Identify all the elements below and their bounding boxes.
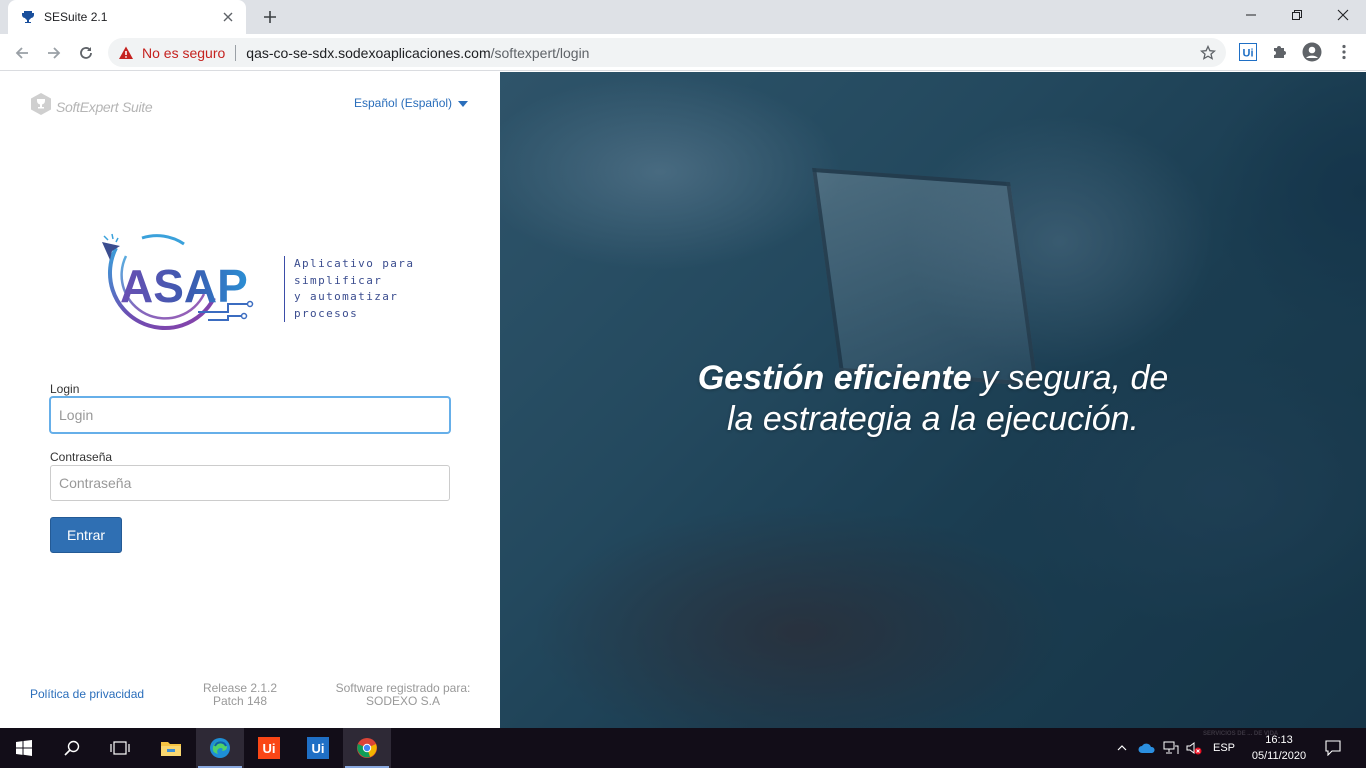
restore-icon[interactable] bbox=[1274, 0, 1320, 30]
svg-text:Ui: Ui bbox=[263, 741, 276, 756]
tab-title: SESuite 2.1 bbox=[44, 10, 108, 24]
language-selector[interactable]: Español (Español) bbox=[354, 96, 469, 110]
onedrive-cloud-icon[interactable] bbox=[1136, 728, 1158, 768]
hero-line-1-rest: y segura, de bbox=[971, 359, 1169, 397]
tagline-line-2: simplificar bbox=[294, 273, 383, 287]
svg-text:Ui: Ui bbox=[1243, 48, 1254, 60]
url-path: /softexpert/login bbox=[490, 44, 590, 61]
tray-chevron-up-icon[interactable] bbox=[1113, 728, 1131, 768]
address-separator bbox=[235, 44, 237, 61]
privacy-policy-link[interactable]: Política de privacidad bbox=[30, 688, 144, 701]
login-input[interactable] bbox=[50, 397, 450, 433]
forward-arrow-icon[interactable] bbox=[40, 39, 68, 67]
clock-date: 05/11/2020 bbox=[1251, 750, 1307, 762]
trophy-icon bbox=[20, 9, 36, 25]
volume-muted-icon[interactable] bbox=[1184, 728, 1204, 768]
softexpert-logo: SoftExpert Suite bbox=[30, 92, 153, 121]
uipath-studio-icon[interactable]: Ui bbox=[245, 728, 293, 768]
back-arrow-icon[interactable] bbox=[8, 39, 36, 67]
bookmark-star-icon[interactable] bbox=[1200, 44, 1216, 61]
file-explorer-icon[interactable] bbox=[147, 728, 195, 768]
new-tab-icon[interactable] bbox=[258, 6, 282, 28]
tagline-line-3: y automatizar bbox=[294, 290, 399, 303]
edge-browser-icon[interactable] bbox=[196, 728, 244, 768]
caret-down-icon bbox=[458, 96, 469, 110]
notifications-icon[interactable] bbox=[1318, 728, 1348, 768]
softexpert-brand-text: SoftExpert Suite bbox=[56, 98, 153, 115]
login-page: SoftExpert Suite Español (Español) ASAP … bbox=[0, 72, 1366, 728]
browser-toolbar: No es seguro qas-co-se-sdx.sodexoaplicac… bbox=[0, 34, 1366, 71]
close-tab-icon[interactable] bbox=[220, 9, 236, 25]
warning-icon bbox=[118, 45, 134, 61]
windows-taskbar: Ui Ui ESP SERVICIOS DE ... DE VIDA 16:13… bbox=[0, 728, 1366, 768]
tab-strip: SESuite 2.1 bbox=[0, 0, 1366, 34]
url-text[interactable]: qas-co-se-sdx.sodexoaplicaciones.com/sof… bbox=[246, 45, 1200, 61]
hero-bold: Gestión eficiente bbox=[697, 359, 972, 397]
uipath-assistant-icon[interactable]: Ui bbox=[294, 728, 342, 768]
registration-info: Software registrado para: SODEXO S.A bbox=[334, 682, 472, 708]
login-button[interactable]: Entrar bbox=[50, 517, 122, 553]
profile-avatar-icon[interactable] bbox=[1301, 41, 1323, 63]
search-icon[interactable] bbox=[48, 728, 96, 768]
release-info: Release 2.1.2 Patch 148 bbox=[202, 682, 278, 708]
tagline-line-1: Aplicativo para bbox=[294, 257, 415, 270]
language-label: Español (Español) bbox=[354, 96, 453, 110]
clock-time: 16:13 bbox=[1265, 734, 1293, 746]
task-view-icon[interactable] bbox=[96, 728, 144, 768]
registered-company: SODEXO S.A bbox=[365, 694, 441, 708]
url-host: qas-co-se-sdx.sodexoaplicaciones.com bbox=[246, 44, 491, 61]
address-bar[interactable]: No es seguro qas-co-se-sdx.sodexoaplicac… bbox=[108, 38, 1226, 67]
reload-icon[interactable] bbox=[72, 39, 100, 67]
uipath-extension-icon[interactable]: Ui bbox=[1237, 41, 1259, 63]
hero-line-2: la estrategia a la ejecución. bbox=[726, 400, 1140, 438]
not-secure-label[interactable]: No es seguro bbox=[142, 45, 225, 61]
browser-menu-icon[interactable] bbox=[1333, 41, 1355, 63]
asap-tagline: Aplicativo para simplificar y automatiza… bbox=[284, 256, 414, 322]
browser-tab[interactable]: SESuite 2.1 bbox=[8, 0, 246, 34]
chrome-browser-icon[interactable] bbox=[343, 728, 391, 768]
network-icon[interactable] bbox=[1160, 728, 1182, 768]
patch-version: Patch 148 bbox=[212, 694, 268, 708]
login-panel: SoftExpert Suite Español (Español) ASAP … bbox=[0, 72, 500, 728]
password-input[interactable] bbox=[50, 465, 450, 501]
close-window-icon[interactable] bbox=[1320, 0, 1366, 30]
minimize-icon[interactable] bbox=[1228, 0, 1274, 30]
system-clock[interactable]: 16:13 05/11/2020 bbox=[1244, 732, 1314, 764]
windows-start-icon[interactable] bbox=[0, 728, 48, 768]
svg-text:Ui: Ui bbox=[312, 741, 325, 756]
softexpert-trophy-icon bbox=[30, 92, 52, 121]
hero-slogan: Gestión eficiente y segura, de la estrat… bbox=[500, 358, 1366, 440]
asap-logo-text: ASAP bbox=[120, 260, 248, 312]
hero-image: Gestión eficiente y segura, de la estrat… bbox=[500, 72, 1366, 728]
extensions-puzzle-icon[interactable] bbox=[1268, 41, 1290, 63]
password-label: Contraseña bbox=[50, 450, 113, 464]
login-label: Login bbox=[50, 382, 80, 396]
tagline-line-4: procesos bbox=[294, 306, 359, 320]
hero-line-1: Gestión eficiente y segura, de bbox=[500, 358, 1366, 399]
